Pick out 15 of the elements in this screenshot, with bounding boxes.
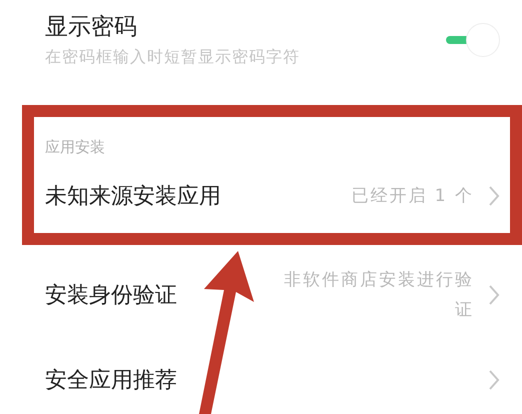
settings-row[interactable]: 安全应用推荐: [0, 345, 522, 414]
settings-row[interactable]: 安装身份验证 非软件商店安装进行验证: [0, 245, 522, 345]
section-header: 应用安装: [45, 137, 106, 158]
chevron-icon: [488, 369, 500, 391]
chevron-icon: [488, 284, 500, 306]
settings-row[interactable]: 未知来源安装应用 已经开启 1 个: [45, 159, 500, 233]
row-label: 安全应用推荐: [45, 366, 177, 394]
row-label: 未知来源安装应用: [45, 182, 221, 210]
toggle-switch[interactable]: [444, 22, 500, 56]
row-value: 非软件商店安装进行验证: [284, 269, 474, 322]
setting-subtitle: 在密码框输入时短暂显示密码字符: [45, 46, 300, 68]
row-value: 已经开启 1 个: [350, 185, 474, 208]
chevron-icon: [488, 185, 500, 207]
row-label: 安装身份验证: [45, 282, 177, 310]
setting-title: 显示密码: [45, 12, 138, 42]
